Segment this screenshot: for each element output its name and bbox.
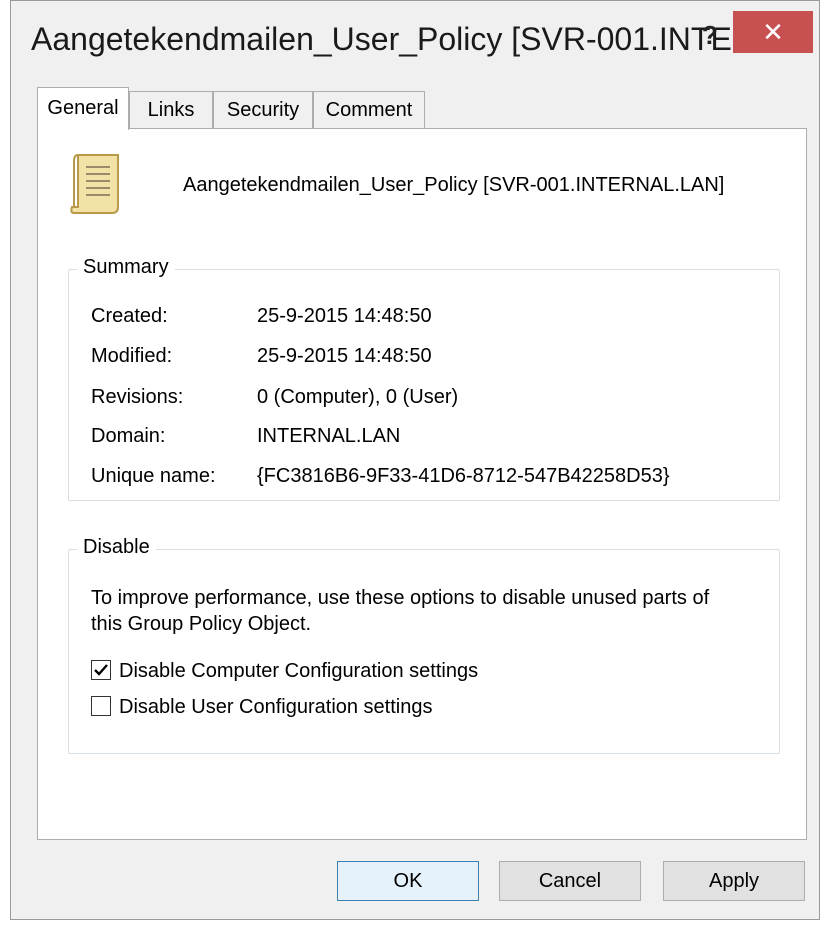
help-button[interactable]: ?: [695, 15, 725, 55]
title-bar[interactable]: Aangetekendmailen_User_Policy [SVR-001.I…: [11, 1, 819, 87]
disable-group: Disable To improve performance, use thes…: [68, 536, 780, 754]
window-title: Aangetekendmailen_User_Policy [SVR-001.I…: [31, 21, 759, 57]
properties-dialog: Aangetekendmailen_User_Policy [SVR-001.I…: [10, 0, 820, 920]
unique-name-label: Unique name:: [91, 465, 216, 487]
disable-computer-config-label: Disable Computer Configuration settings: [119, 660, 479, 682]
tab-links[interactable]: Links: [129, 91, 213, 129]
summary-row-created: Created: 25-9-2015 14:48:50: [91, 305, 432, 328]
disable-legend: Disable: [77, 536, 156, 559]
revisions-label: Revisions:: [91, 386, 184, 408]
general-tab-panel: Aangetekendmailen_User_Policy [SVR-001.I…: [37, 128, 807, 840]
summary-row-domain: Domain: INTERNAL.LAN: [91, 425, 400, 448]
summary-group: Summary Created: 25-9-2015 14:48:50 Modif…: [68, 256, 780, 501]
summary-legend: Summary: [77, 256, 175, 279]
apply-button[interactable]: Apply: [663, 861, 805, 901]
disable-user-config-label: Disable User Configuration settings: [119, 696, 433, 718]
document-icon: [68, 149, 128, 217]
disable-user-config-checkbox[interactable]: [91, 696, 111, 716]
close-button[interactable]: ✕: [733, 11, 813, 53]
cancel-button[interactable]: Cancel: [499, 861, 641, 901]
policy-name: Aangetekendmailen_User_Policy [SVR-001.I…: [183, 174, 725, 196]
summary-row-modified: Modified: 25-9-2015 14:48:50: [91, 345, 432, 368]
revisions-value: 0 (Computer), 0 (User): [257, 386, 459, 408]
domain-label: Domain:: [91, 425, 166, 447]
close-icon: ✕: [762, 17, 784, 47]
disable-computer-config-checkbox[interactable]: [91, 660, 111, 680]
disable-description: To improve performance, use these option…: [91, 587, 710, 635]
disable-computer-config-option[interactable]: Disable Computer Configuration settings: [91, 660, 478, 683]
unique-name-value: {FC3816B6-9F33-41D6-8712-547B42258D53}: [257, 465, 670, 487]
summary-row-revisions: Revisions: 0 (Computer), 0 (User): [91, 386, 458, 409]
checkmark-icon: [94, 664, 108, 676]
created-value: 25-9-2015 14:48:50: [257, 305, 432, 327]
tab-general[interactable]: General: [37, 87, 129, 130]
tab-security[interactable]: Security: [213, 91, 313, 129]
modified-value: 25-9-2015 14:48:50: [257, 345, 432, 367]
summary-row-unique-name: Unique name: {FC3816B6-9F33-41D6-8712-547…: [91, 465, 670, 488]
tab-comment[interactable]: Comment: [313, 91, 425, 129]
domain-value: INTERNAL.LAN: [257, 425, 401, 447]
disable-user-config-option[interactable]: Disable User Configuration settings: [91, 696, 433, 719]
modified-label: Modified:: [91, 345, 173, 367]
ok-button[interactable]: OK: [337, 861, 479, 901]
created-label: Created:: [91, 305, 168, 327]
